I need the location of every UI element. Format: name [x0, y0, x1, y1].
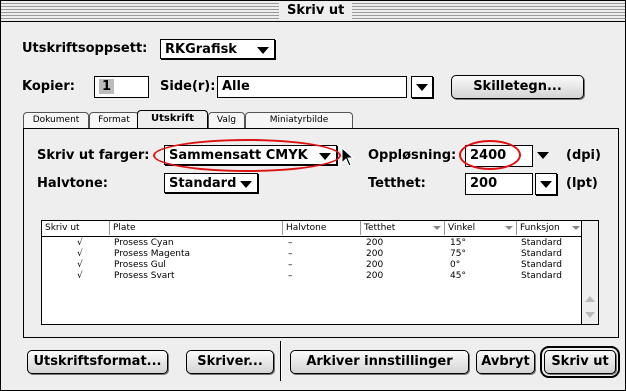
print-colors-label: Skriv ut farger:: [37, 148, 150, 163]
separator-button[interactable]: Skilletegn...: [451, 75, 584, 99]
density-label: Tetthet:: [368, 176, 426, 191]
chevron-down-icon: [537, 152, 549, 159]
chevron-down-icon: [240, 181, 252, 188]
sort-arrow-icon: [572, 226, 580, 230]
plate-name: Prosess Cyan: [114, 238, 174, 248]
save-settings-button[interactable]: Arkiver innstillinger: [290, 350, 469, 374]
plate-name: Prosess Svart: [114, 271, 175, 281]
plate-name: Prosess Magenta: [114, 249, 191, 259]
col-header-density[interactable]: Tetthet: [361, 221, 445, 235]
density-value: 200: [366, 249, 384, 259]
print-check[interactable]: √: [77, 238, 83, 249]
print-dialog: Skriv ut Utskriftsoppsett: RKGrafisk Kop…: [0, 0, 626, 391]
pages-dropdown-button[interactable]: [411, 76, 433, 98]
halftone-value: –: [288, 271, 293, 281]
print-button[interactable]: Skriv ut: [540, 346, 620, 378]
table-scrollbar[interactable]: [581, 221, 598, 324]
density-value: 200: [366, 238, 384, 248]
halftone-value: –: [288, 260, 293, 270]
angle-value: 45°: [450, 271, 466, 281]
cancel-button[interactable]: Avbryt: [476, 350, 535, 374]
sort-arrow-icon: [433, 226, 441, 230]
setup-label: Utskriftsoppsett:: [22, 41, 148, 56]
col-header-function[interactable]: Funksjon: [517, 221, 583, 235]
print-check[interactable]: √: [77, 260, 83, 271]
angle-value: 75°: [450, 249, 466, 259]
col-header-plate[interactable]: Plate: [110, 221, 283, 235]
function-value: Standard: [521, 249, 562, 259]
setup-popup[interactable]: RKGrafisk: [160, 39, 275, 59]
copies-value: 1: [99, 79, 115, 94]
halftone-value: Standard: [169, 176, 237, 191]
tab-miniatyrbilde[interactable]: Miniatyrbilde: [245, 112, 353, 128]
halftone-value: –: [288, 238, 293, 248]
function-value: Standard: [521, 260, 562, 270]
halftone-value: –: [288, 249, 293, 259]
table-row[interactable]: √ Prosess Magenta – 200 75° Standard: [42, 249, 583, 260]
chevron-down-icon: [540, 181, 552, 188]
page-setup-button[interactable]: Utskriftsformat...: [27, 350, 168, 374]
angle-value: 0°: [450, 260, 461, 270]
plate-name: Prosess Gul: [114, 260, 166, 270]
copies-field[interactable]: 1: [94, 76, 149, 98]
col-header-print[interactable]: Skriv ut: [42, 221, 110, 235]
table-header: Skriv ut Plate Halvtone Tetthet Vinkel F…: [42, 221, 583, 237]
tab-valg[interactable]: Valg: [208, 112, 245, 128]
pages-value: Alle: [222, 79, 250, 94]
density-value: 200: [366, 271, 384, 281]
function-value: Standard: [521, 271, 562, 281]
col-header-angle-label: Vinkel: [448, 223, 476, 233]
col-header-angle[interactable]: Vinkel: [445, 221, 517, 235]
tab-utskrift[interactable]: Utskrift: [137, 110, 208, 129]
scroll-up-icon[interactable]: [585, 296, 595, 302]
scroll-down-icon[interactable]: [585, 312, 595, 318]
chevron-down-icon: [257, 47, 269, 54]
col-header-halftone[interactable]: Halvtone: [283, 221, 361, 235]
print-check[interactable]: √: [77, 271, 83, 282]
mouse-cursor-icon: [341, 147, 355, 167]
col-header-function-label: Funksjon: [520, 223, 560, 233]
table-row[interactable]: √ Prosess Svart – 200 45° Standard: [42, 271, 583, 282]
setup-value: RKGrafisk: [165, 42, 237, 57]
plates-table: Skriv ut Plate Halvtone Tetthet Vinkel F…: [41, 220, 599, 325]
halftone-popup[interactable]: Standard: [164, 173, 258, 193]
density-dropdown-button[interactable]: [535, 173, 557, 195]
pages-label: Side(r):: [160, 79, 216, 94]
tab-dokument[interactable]: Dokument: [23, 112, 89, 128]
function-value: Standard: [521, 238, 562, 248]
resolution-unit: (dpi): [566, 148, 601, 163]
density-value: 200: [366, 260, 384, 270]
density-field[interactable]: 200: [465, 173, 533, 195]
dialog-title: Skriv ut: [279, 3, 353, 19]
resolution-label: Oppløsning:: [368, 148, 457, 163]
print-check[interactable]: √: [77, 249, 83, 260]
table-row[interactable]: √ Prosess Gul – 200 0° Standard: [42, 260, 583, 271]
highlight-oval-resolution: [459, 140, 521, 170]
density-value: 200: [470, 176, 498, 191]
copies-label: Kopier:: [22, 79, 75, 94]
divider: [280, 341, 281, 381]
halftone-label: Halvtone:: [37, 176, 108, 191]
table-row[interactable]: √ Prosess Cyan – 200 15° Standard: [42, 238, 583, 249]
chevron-down-icon: [416, 84, 428, 91]
title-bar[interactable]: Skriv ut: [1, 1, 625, 22]
pages-field[interactable]: Alle: [217, 76, 407, 98]
resolution-dropdown-button[interactable]: [533, 145, 555, 167]
highlight-oval-colors: [153, 139, 341, 172]
col-header-density-label: Tetthet: [364, 223, 396, 233]
sort-arrow-icon: [505, 226, 513, 230]
angle-value: 15°: [450, 238, 466, 248]
tab-format[interactable]: Format: [89, 112, 139, 128]
printer-button[interactable]: Skriver...: [186, 350, 274, 374]
density-unit: (lpt): [566, 176, 598, 191]
